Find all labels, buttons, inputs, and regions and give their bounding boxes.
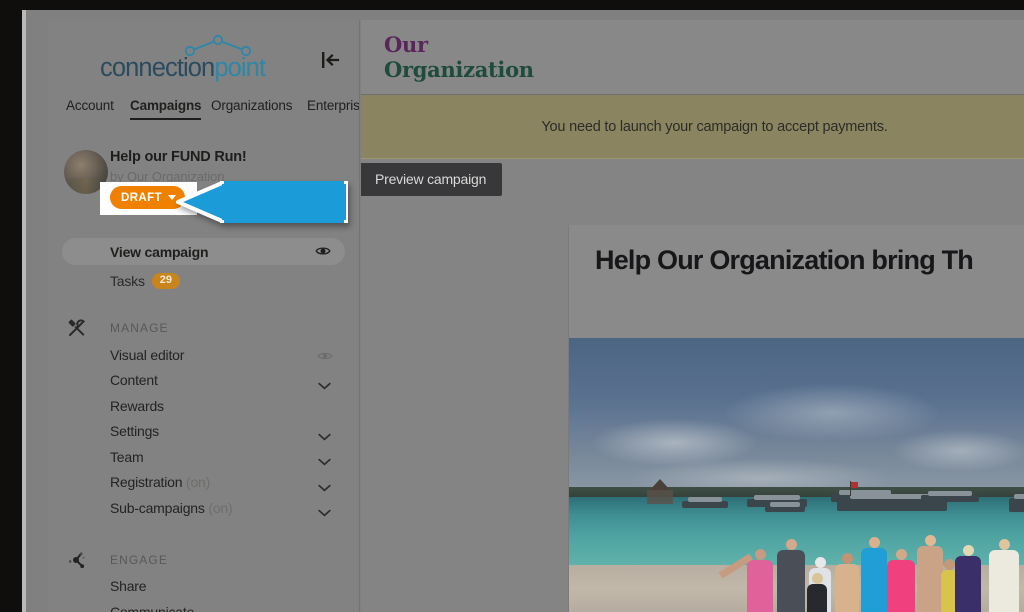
collapse-sidebar-icon[interactable] bbox=[317, 47, 343, 73]
sidebar-item-settings[interactable]: Settings bbox=[48, 419, 359, 445]
status-badge-label: DRAFT bbox=[121, 191, 162, 204]
hero-person bbox=[955, 545, 981, 612]
sidebar-item-label: Visual editor bbox=[110, 346, 185, 363]
tools-icon bbox=[66, 317, 88, 339]
tasks-label: Tasks bbox=[110, 273, 145, 289]
chevron-down-icon bbox=[318, 377, 331, 395]
sidebar-item-label: Sub-campaigns (on) bbox=[110, 499, 233, 516]
tab-campaigns[interactable]: Campaigns bbox=[130, 98, 202, 120]
logo-word-point: point bbox=[214, 54, 266, 82]
sidebar-item-communicate[interactable]: Communicate bbox=[48, 599, 359, 612]
view-campaign-button[interactable]: View campaign bbox=[62, 238, 345, 265]
campaign-title: Help our FUND Run! bbox=[110, 149, 247, 165]
sidebar-item-label: Team bbox=[110, 448, 144, 465]
hero-boat bbox=[1009, 494, 1024, 512]
main-content: Our Organization You need to launch your… bbox=[361, 20, 1024, 612]
sidebar-header: connectionpoint bbox=[48, 20, 359, 98]
section-engage-label: ENGAGE bbox=[110, 552, 168, 567]
chevron-down-icon bbox=[318, 504, 331, 522]
tab-organizations[interactable]: Organizations bbox=[211, 98, 293, 118]
view-campaign-label: View campaign bbox=[110, 243, 209, 260]
org-logo-line-1: Our bbox=[384, 32, 428, 57]
tab-account[interactable]: Account bbox=[66, 98, 114, 118]
sidebar-item-registration[interactable]: Registration (on) bbox=[48, 470, 359, 496]
sidebar-item-label: Share bbox=[110, 578, 147, 595]
sidebar-item-team[interactable]: Team bbox=[48, 444, 359, 470]
sidebar-item-rewards[interactable]: Rewards bbox=[48, 393, 359, 419]
section-manage: MANAGE Visual editor Content Rewards Set… bbox=[48, 317, 359, 521]
preview-campaign-tooltip: Preview campaign bbox=[361, 163, 503, 196]
logo-word-connection: connection bbox=[100, 54, 215, 82]
hero-boat bbox=[682, 497, 728, 508]
chevron-down-icon bbox=[318, 479, 331, 497]
hero-boat bbox=[765, 502, 805, 512]
organization-logo[interactable]: Our Organization bbox=[384, 32, 534, 82]
hero-person bbox=[777, 539, 805, 612]
sidebar-item-label: Registration (on) bbox=[110, 474, 211, 491]
chevron-down-icon bbox=[318, 453, 331, 471]
app-page: connectionpoint Account Campaigns Organi… bbox=[22, 10, 1024, 612]
hero-flag bbox=[851, 482, 858, 488]
sidebar-item-content[interactable]: Content bbox=[48, 368, 359, 394]
eye-icon bbox=[315, 244, 331, 263]
tasks-count-badge: 29 bbox=[151, 273, 181, 289]
connectionpoint-logo[interactable]: connectionpoint bbox=[100, 34, 296, 82]
sidebar-item-label: Settings bbox=[110, 423, 159, 440]
section-manage-header: MANAGE bbox=[48, 317, 359, 339]
sidebar-item-label: Communicate bbox=[110, 603, 195, 612]
screenshot-frame: connectionpoint Account Campaigns Organi… bbox=[0, 0, 1024, 612]
sidebar-item-share[interactable]: Share bbox=[48, 574, 359, 600]
chevron-down-icon bbox=[318, 608, 331, 612]
tasks-link[interactable]: Tasks 29 bbox=[110, 273, 359, 289]
campaign-headline: Help Our Organization bring Th bbox=[595, 245, 974, 275]
section-manage-label: MANAGE bbox=[110, 321, 169, 335]
sidebar-item-sub-campaigns[interactable]: Sub-campaigns (on) bbox=[48, 495, 359, 521]
hero-child bbox=[807, 573, 827, 612]
annotation-arrow bbox=[170, 177, 350, 227]
chevron-down-icon bbox=[318, 428, 331, 446]
hero-person bbox=[861, 537, 887, 612]
tab-enterprise[interactable]: Enterprise bbox=[307, 98, 359, 118]
campaign-hero-image bbox=[569, 338, 1024, 612]
section-engage: ENGAGE Share Communicate Contacts bbox=[48, 549, 359, 612]
network-nodes-icon bbox=[66, 549, 88, 571]
hero-flagpole bbox=[850, 481, 852, 496]
hero-person bbox=[747, 549, 773, 612]
launch-warning-text: You need to launch your campaign to acce… bbox=[541, 118, 888, 135]
hero-clouds bbox=[569, 360, 1024, 498]
launch-warning-banner: You need to launch your campaign to acce… bbox=[361, 95, 1024, 159]
sidebar-item-visual-editor[interactable]: Visual editor bbox=[48, 342, 359, 368]
hero-person bbox=[917, 535, 943, 612]
sidebar-item-label: Content bbox=[110, 372, 158, 389]
hero-person bbox=[887, 549, 915, 612]
org-logo-line-2: Organization bbox=[384, 57, 534, 82]
sidebar-item-label: Rewards bbox=[110, 397, 164, 414]
hero-boat bbox=[921, 491, 979, 502]
section-engage-header: ENGAGE bbox=[48, 549, 359, 571]
organization-header: Our Organization bbox=[361, 20, 1024, 95]
hero-person bbox=[989, 539, 1019, 612]
window-left-rail bbox=[22, 10, 26, 612]
sidebar: connectionpoint Account Campaigns Organi… bbox=[48, 20, 360, 612]
hero-person bbox=[835, 553, 859, 612]
hero-hut-base bbox=[647, 490, 673, 504]
primary-tabs: Account Campaigns Organizations Enterpri… bbox=[48, 98, 359, 128]
campaign-preview-panel: Help Our Organization bring Th bbox=[568, 225, 1024, 612]
eye-icon bbox=[317, 349, 333, 367]
